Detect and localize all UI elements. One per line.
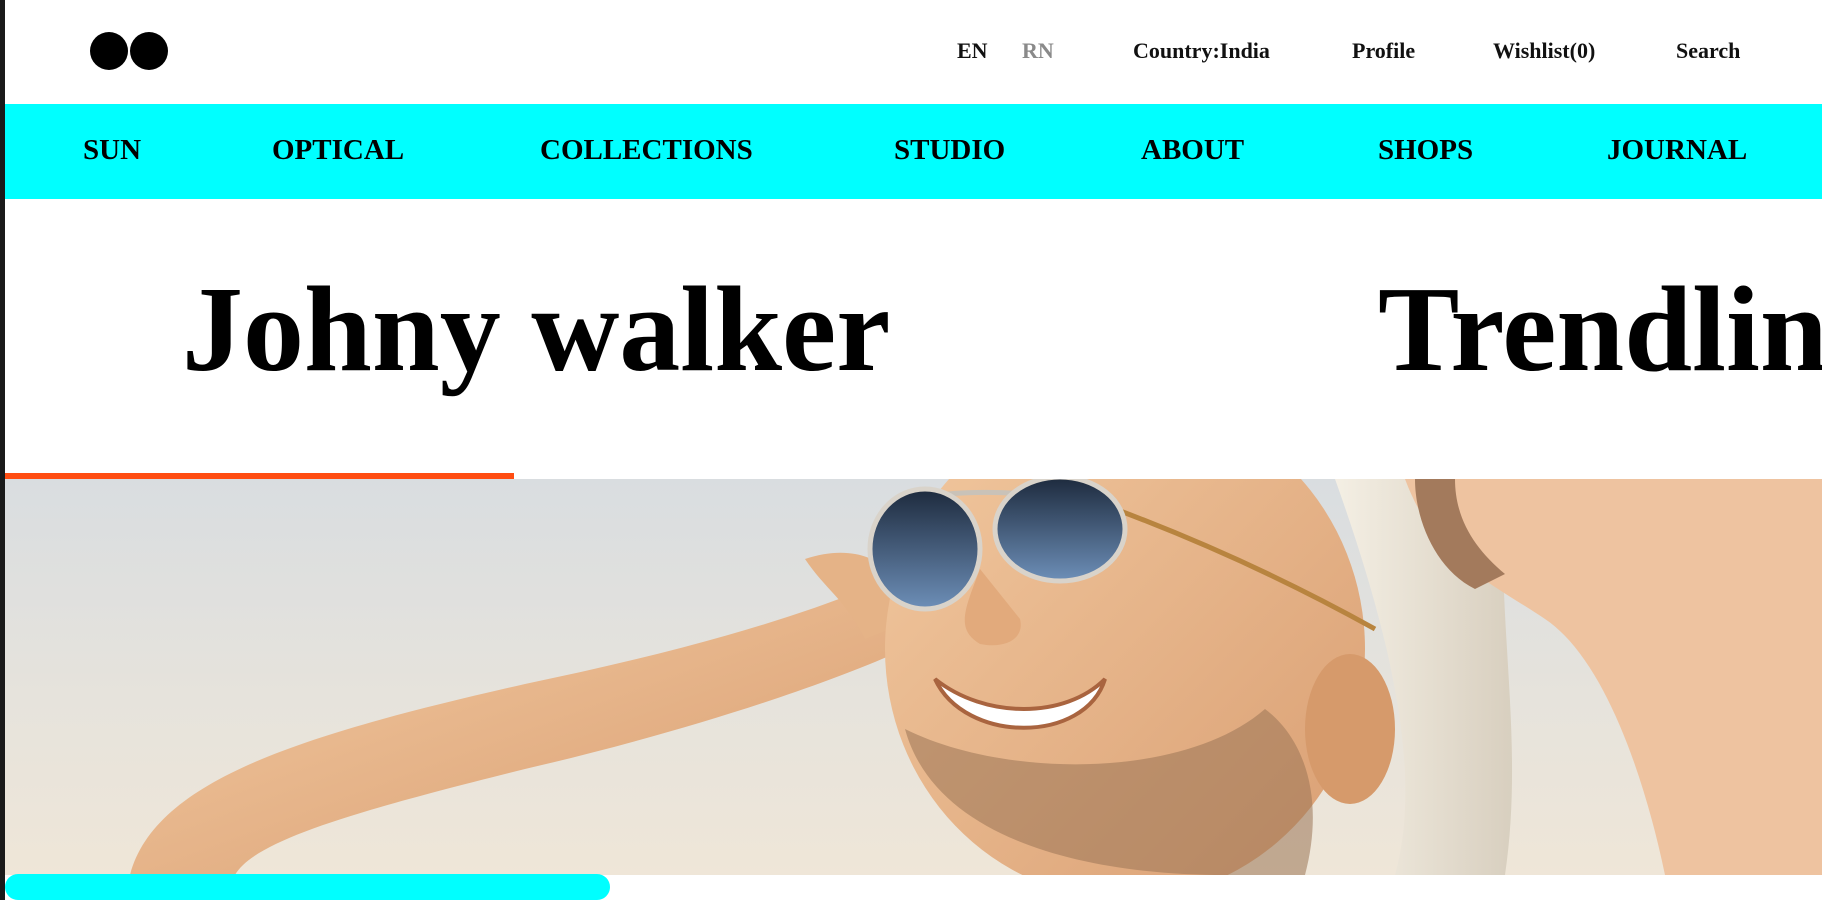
horizontal-scroll-indicator[interactable] <box>5 874 610 900</box>
logo-dot-left <box>90 32 128 70</box>
language-en-link[interactable]: EN <box>957 38 988 64</box>
wishlist-link[interactable]: Wishlist(0) <box>1493 38 1595 64</box>
slide-title-next[interactable]: Trendlin <box>1378 269 1822 391</box>
nav-item-sun[interactable]: SUN <box>83 134 141 167</box>
language-rn-link[interactable]: RN <box>1022 38 1054 64</box>
nav-item-shops[interactable]: SHOPS <box>1378 134 1473 167</box>
main-navigation: SUN OPTICAL COLLECTIONS STUDIO ABOUT SHO… <box>5 104 1822 199</box>
profile-link[interactable]: Profile <box>1352 38 1415 64</box>
slide-title-current[interactable]: Johny walker <box>182 269 890 391</box>
nav-item-about[interactable]: ABOUT <box>1141 134 1244 167</box>
search-link[interactable]: Search <box>1676 38 1740 64</box>
nav-item-collections[interactable]: COLLECTIONS <box>540 134 753 167</box>
nav-item-optical[interactable]: OPTICAL <box>272 134 404 167</box>
hero-image <box>5 479 1822 875</box>
nav-item-journal[interactable]: JOURNAL <box>1607 134 1747 167</box>
country-selector[interactable]: Country:India <box>1133 38 1270 64</box>
brand-logo-icon[interactable] <box>90 32 172 70</box>
utility-header: EN RN Country:India Profile Wishlist(0) … <box>5 0 1822 104</box>
nav-item-studio[interactable]: STUDIO <box>894 134 1005 167</box>
logo-dot-right <box>130 32 168 70</box>
title-slider[interactable]: Johny walker Trendlin <box>5 199 1822 479</box>
hero-photo-illustration <box>130 479 1822 875</box>
